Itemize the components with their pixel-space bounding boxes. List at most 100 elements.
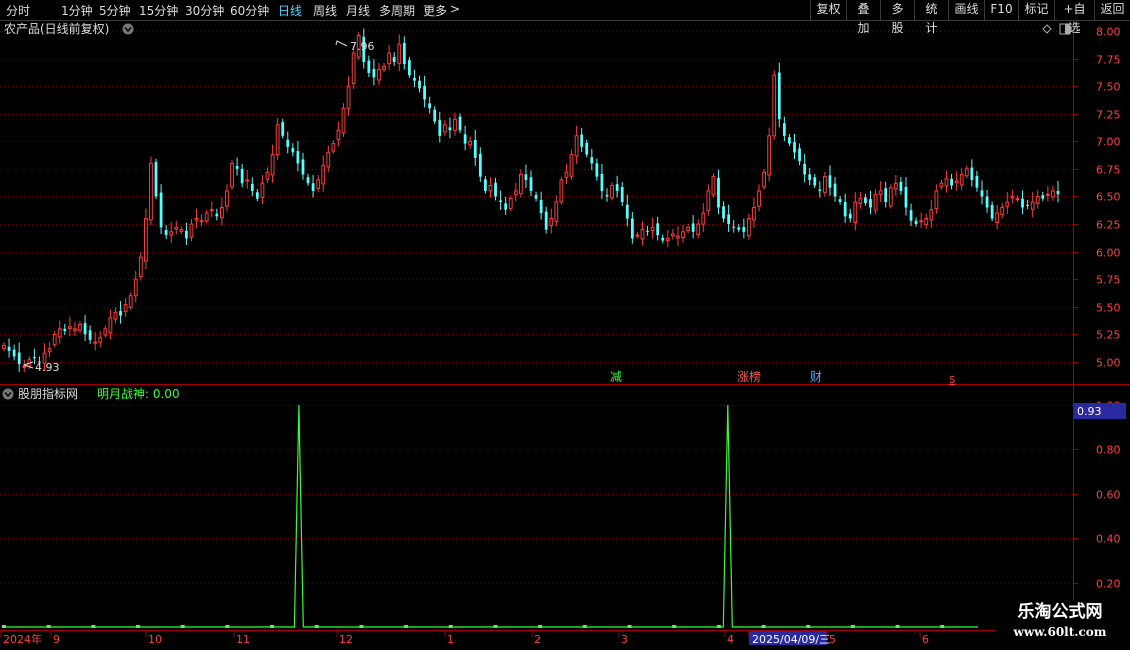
- candle[interactable]: [428, 96, 432, 114]
- candle[interactable]: [442, 119, 447, 136]
- candle[interactable]: [615, 175, 619, 198]
- candle[interactable]: [341, 103, 346, 137]
- candle[interactable]: [985, 189, 989, 213]
- candle[interactable]: [939, 179, 944, 190]
- period-tab-1min[interactable]: 1分钟: [61, 2, 93, 19]
- candle[interactable]: [899, 176, 903, 195]
- candle[interactable]: [108, 309, 113, 340]
- candle[interactable]: [438, 111, 442, 143]
- candle[interactable]: [544, 206, 548, 234]
- candle[interactable]: [625, 194, 629, 227]
- candle[interactable]: [818, 181, 822, 198]
- candle[interactable]: [250, 177, 254, 197]
- candle[interactable]: [499, 190, 502, 210]
- candle[interactable]: [737, 224, 741, 233]
- candle[interactable]: [747, 213, 751, 240]
- period-tab-fenshi[interactable]: 分时: [6, 2, 30, 19]
- candle[interactable]: [433, 106, 437, 125]
- indicator-line-mingyue[interactable]: [4, 404, 978, 628]
- candle[interactable]: [803, 153, 807, 183]
- candle[interactable]: [954, 171, 959, 191]
- candle[interactable]: [413, 69, 416, 88]
- candle[interactable]: [919, 212, 924, 229]
- candle[interactable]: [453, 112, 457, 136]
- candle[interactable]: [752, 197, 756, 228]
- period-tab-daily[interactable]: 日线: [278, 2, 302, 19]
- candle[interactable]: [838, 195, 842, 205]
- event-marker-s[interactable]: s: [949, 372, 955, 386]
- candle[interactable]: [189, 219, 194, 242]
- candle[interactable]: [665, 230, 670, 248]
- candle[interactable]: [742, 218, 746, 239]
- candle[interactable]: [813, 173, 817, 189]
- candle[interactable]: [230, 160, 234, 190]
- candle[interactable]: [387, 44, 392, 71]
- candle[interactable]: [138, 252, 143, 281]
- candle[interactable]: [119, 301, 122, 324]
- candle[interactable]: [423, 75, 426, 108]
- candle[interactable]: [128, 292, 133, 310]
- candle[interactable]: [367, 55, 371, 77]
- candle[interactable]: [924, 213, 929, 229]
- candle[interactable]: [123, 297, 128, 317]
- candle[interactable]: [281, 118, 285, 139]
- candle[interactable]: [47, 342, 52, 358]
- candle[interactable]: [133, 270, 138, 303]
- candle[interactable]: [88, 325, 92, 344]
- toolbar-btn-f10[interactable]: F10: [984, 0, 1018, 20]
- candle[interactable]: [686, 224, 690, 234]
- candle[interactable]: [73, 322, 77, 336]
- candle[interactable]: [458, 113, 462, 133]
- period-tab-weekly[interactable]: 周线: [313, 2, 337, 19]
- candle[interactable]: [215, 208, 219, 221]
- candle[interactable]: [326, 145, 331, 173]
- candle[interactable]: [7, 338, 11, 358]
- candle[interactable]: [590, 148, 594, 171]
- candle[interactable]: [793, 133, 796, 159]
- candle[interactable]: [585, 139, 589, 158]
- candle[interactable]: [194, 208, 199, 229]
- candle[interactable]: [1010, 189, 1015, 204]
- candle[interactable]: [848, 208, 852, 223]
- candle[interactable]: [316, 174, 321, 193]
- candle[interactable]: [833, 177, 837, 202]
- candle[interactable]: [959, 167, 964, 191]
- candle[interactable]: [143, 208, 148, 270]
- candle[interactable]: [990, 201, 994, 222]
- event-marker-zhangbang[interactable]: 涨榜: [737, 369, 761, 384]
- candle[interactable]: [610, 182, 614, 201]
- candle[interactable]: [1051, 186, 1055, 201]
- candle[interactable]: [722, 201, 725, 223]
- candle[interactable]: [732, 220, 736, 233]
- candle[interactable]: [402, 36, 406, 70]
- candle[interactable]: [823, 171, 827, 197]
- candle[interactable]: [397, 34, 402, 72]
- candle[interactable]: [554, 195, 559, 227]
- candle[interactable]: [12, 344, 16, 361]
- candle[interactable]: [2, 342, 6, 352]
- candle[interactable]: [245, 170, 250, 189]
- candle[interactable]: [321, 155, 326, 192]
- candle[interactable]: [346, 76, 351, 117]
- candle[interactable]: [372, 59, 376, 86]
- candle[interactable]: [478, 147, 482, 182]
- candle[interactable]: [970, 159, 974, 187]
- candle[interactable]: [788, 133, 791, 147]
- candle[interactable]: [539, 191, 543, 220]
- candle[interactable]: [767, 127, 772, 182]
- candle[interactable]: [914, 217, 918, 227]
- candle[interactable]: [103, 325, 108, 338]
- candle[interactable]: [113, 307, 118, 324]
- candle[interactable]: [661, 234, 665, 244]
- candle[interactable]: [17, 342, 21, 373]
- candle[interactable]: [534, 191, 538, 202]
- candle[interactable]: [518, 169, 523, 198]
- candle[interactable]: [620, 182, 624, 206]
- candle[interactable]: [494, 177, 497, 201]
- candle[interactable]: [858, 192, 863, 209]
- chevron-right-icon[interactable]: >: [450, 2, 460, 16]
- candle[interactable]: [463, 126, 467, 151]
- event-marker-cai[interactable]: 财: [810, 370, 822, 384]
- candle[interactable]: [225, 184, 229, 212]
- period-tab-5min[interactable]: 5分钟: [99, 2, 131, 19]
